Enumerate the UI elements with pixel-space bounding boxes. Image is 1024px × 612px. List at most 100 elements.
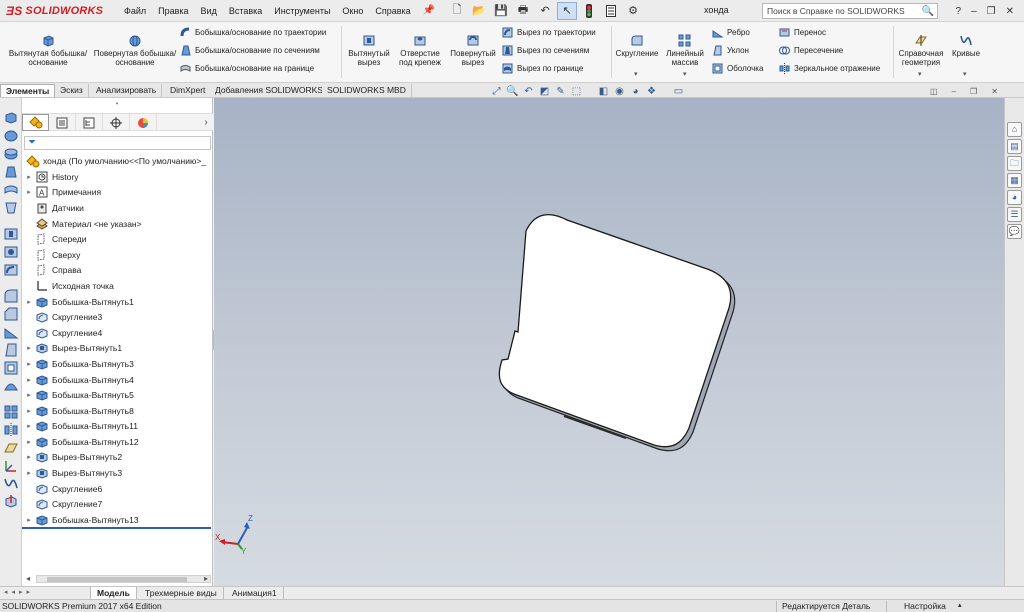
search-icon[interactable]: 🔍 (922, 6, 934, 17)
panel-grip[interactable]: • (22, 98, 212, 110)
display-manager-tab-icon[interactable] (130, 114, 157, 131)
lofted-cut-button[interactable]: Вырез по сечениям (502, 44, 596, 56)
open-folder-icon[interactable]: 📂 (469, 2, 489, 20)
tab-dimxpert[interactable]: DimXpert (165, 84, 212, 97)
shell-button[interactable]: Оболочка (712, 62, 763, 74)
ref-geometry-dropdown-icon[interactable]: ▾ (918, 70, 922, 78)
menu-window[interactable]: Окно (336, 6, 369, 16)
select-arrow-icon[interactable]: ↖ (557, 1, 578, 20)
fillet-side-icon[interactable] (3, 288, 19, 304)
tree-item[interactable]: Скругление4 (22, 325, 213, 341)
tree-item[interactable]: Скругление7 (22, 496, 213, 512)
display-style-icon[interactable]: ◧ (597, 86, 610, 98)
close-icon[interactable]: ✕ (1006, 6, 1014, 17)
extruded-boss-side-icon[interactable] (3, 110, 19, 126)
thicken-side-icon[interactable] (3, 200, 19, 216)
customize-dropdown-icon[interactable]: ▴ (958, 600, 962, 612)
rollback-bar[interactable] (22, 527, 211, 529)
tree-horizontal-scrollbar[interactable]: ◂ ▸ (26, 574, 211, 583)
file-properties-icon[interactable] (601, 2, 621, 20)
scroll-right-icon[interactable]: ▸ (204, 574, 208, 583)
section-view-icon[interactable]: ◩ (538, 86, 551, 98)
expand-arrow-icon[interactable]: ▸ (22, 298, 36, 306)
customize-label[interactable]: Настройка (904, 600, 946, 612)
design-library-icon[interactable]: ▤ (1007, 139, 1022, 154)
custom-properties-icon[interactable]: ☰ (1007, 207, 1022, 222)
scroll-left-icon[interactable]: ◂ (26, 574, 30, 583)
help-question-icon[interactable]: ? (956, 6, 962, 17)
tab-evaluate[interactable]: Анализировать (91, 84, 163, 97)
mirror-button[interactable]: Зеркальное отражение (779, 62, 880, 74)
graphics-viewport[interactable]: Z X Y (214, 98, 1004, 586)
boundary-cut-button[interactable]: Вырез по границе (502, 62, 596, 74)
tree-root-part[interactable]: хонда (По умолчанию<<По умолчанию>_ (26, 154, 206, 168)
tree-item[interactable]: ▸ Вырез-Вытянуть1 (22, 341, 213, 357)
save-icon[interactable]: 💾 (491, 2, 511, 20)
edit-appearance-icon[interactable]: ◕ (629, 86, 642, 98)
revolved-cut-button[interactable]: Повернутый вырез (447, 34, 499, 67)
expand-arrow-icon[interactable]: ▸ (22, 391, 36, 399)
viewport-close-icon[interactable]: ✕ (991, 87, 998, 96)
expand-arrow-icon[interactable]: ▸ (22, 376, 36, 384)
dynamic-annotation-icon[interactable]: ✎ (554, 86, 567, 98)
swept-cut-side-icon[interactable] (3, 262, 19, 278)
expand-arrow-icon[interactable]: ▸ (22, 422, 36, 430)
tab-model[interactable]: Модель (90, 587, 137, 599)
curves-dropdown-icon[interactable]: ▾ (963, 70, 967, 78)
expand-arrow-icon[interactable]: ▸ (22, 516, 36, 524)
expand-arrow-icon[interactable]: ▸ (22, 188, 36, 196)
configuration-manager-tab-icon[interactable] (76, 114, 103, 131)
revolved-boss-button[interactable]: Повернутая бобышка/основание (92, 34, 178, 67)
solidworks-resources-icon[interactable]: ⌂ (1007, 122, 1022, 137)
zoom-to-area-icon[interactable]: 🔍 (506, 86, 519, 98)
tree-item[interactable]: Датчики (22, 200, 213, 216)
tab-3d-views[interactable]: Трехмерные виды (139, 587, 224, 599)
filter-input[interactable]: ⏷ (24, 136, 211, 150)
menu-insert[interactable]: Вставка (223, 6, 268, 16)
boundary-boss-button[interactable]: Бобышка/основание на границе (180, 62, 326, 74)
viewport-restore-icon[interactable]: ❐ (970, 87, 977, 96)
apply-scene-icon[interactable]: ❖ (645, 86, 658, 98)
lofted-boss-side-icon[interactable] (3, 164, 19, 180)
extruded-cut-button[interactable]: Вытянутый вырез (344, 34, 394, 67)
intersect-button[interactable]: Пересечение (779, 44, 880, 56)
tree-item[interactable]: ▸ Бобышка-Вытянуть8 (22, 403, 213, 419)
tab-sketch[interactable]: Эскиз (55, 84, 89, 97)
swept-boss-button[interactable]: Бобышка/основание по траектории (180, 26, 326, 38)
draft-side-icon[interactable] (3, 342, 19, 358)
scroll-thumb[interactable] (47, 577, 187, 582)
tree-item[interactable]: ▸ A Примечания (22, 185, 213, 201)
tree-item[interactable]: Скругление6 (22, 481, 213, 497)
tree-item[interactable]: ▸ Бобышка-Вытянуть12 (22, 434, 213, 450)
instant3d-side-icon[interactable] (3, 494, 19, 510)
new-document-icon[interactable]: 🗋 (447, 2, 467, 20)
options-gear-icon[interactable]: ⚙ (623, 2, 643, 20)
rib-side-icon[interactable] (3, 324, 19, 340)
tree-item[interactable]: ▸ Бобышка-Вытянуть4 (22, 372, 213, 388)
revolved-cut-side-icon[interactable] (3, 244, 19, 260)
feature-manager-tab-icon[interactable] (22, 114, 49, 131)
undo-icon[interactable]: ↶ (535, 2, 555, 20)
menu-help[interactable]: Справка (369, 6, 416, 16)
fillet-dropdown-icon[interactable]: ▾ (634, 70, 638, 78)
hole-wizard-button[interactable]: Отверстие под крепеж (394, 34, 446, 67)
previous-view-icon[interactable]: ↶ (522, 86, 535, 98)
restore-icon[interactable]: ❐ (987, 6, 996, 17)
viewport-minimize-icon[interactable]: – (952, 87, 956, 96)
rebuild-traffic-light-icon[interactable] (579, 2, 599, 20)
tab-solidworks-mbd[interactable]: SOLIDWORKS MBD (322, 84, 412, 97)
swept-cut-button[interactable]: Вырез по траектории (502, 26, 596, 38)
menu-edit[interactable]: Правка (152, 6, 194, 16)
zoom-to-fit-icon[interactable]: ⤢ (490, 86, 503, 98)
tree-item[interactable]: Спереди (22, 231, 213, 247)
menu-tools[interactable]: Инструменты (268, 6, 336, 16)
tab-scroll-arrows[interactable]: ◂◂▸▸ (4, 587, 34, 599)
extruded-cut-side-icon[interactable] (3, 226, 19, 242)
tree-item[interactable]: ▸ Бобышка-Вытянуть13 (22, 512, 213, 528)
print-icon[interactable]: 🖶 (513, 2, 533, 20)
expand-arrow-icon[interactable]: ▸ (22, 469, 36, 477)
tabs-scroll-right-icon[interactable]: › (199, 114, 213, 130)
appearances-scenes-icon[interactable]: ◕ (1007, 190, 1022, 205)
property-manager-tab-icon[interactable] (49, 114, 76, 131)
draft-button[interactable]: Уклон (712, 44, 763, 56)
